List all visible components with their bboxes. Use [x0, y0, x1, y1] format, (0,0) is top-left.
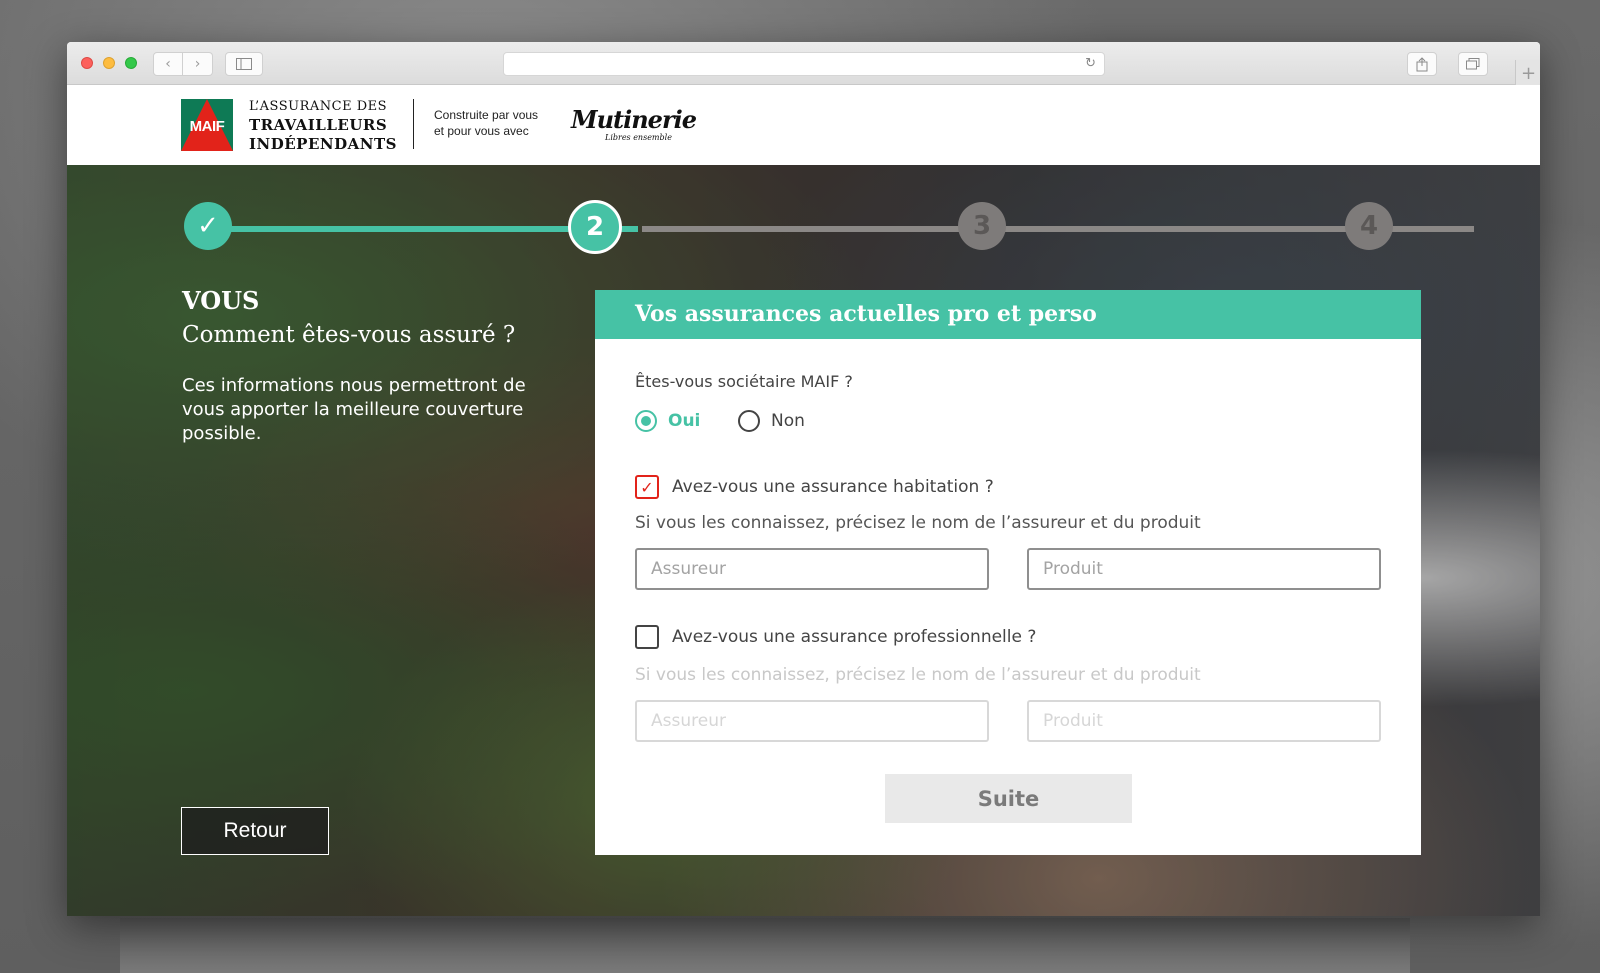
- home-product-input[interactable]: [1027, 548, 1381, 590]
- pro-product-input[interactable]: [1027, 700, 1381, 742]
- home-insurance-checkbox-row[interactable]: ✓ Avez-vous une assurance habitation ?: [635, 475, 994, 499]
- pro-insurer-input[interactable]: [635, 700, 989, 742]
- home-insurance-question: Avez-vous une assurance habitation ?: [672, 477, 994, 497]
- home-insurer-input[interactable]: [635, 548, 989, 590]
- pro-insurance-checkbox-row[interactable]: Avez-vous une assurance professionnelle …: [635, 625, 1036, 649]
- radio-oui-indicator: [635, 410, 657, 432]
- pro-insurance-question: Avez-vous une assurance professionnelle …: [672, 627, 1037, 647]
- next-button-suite[interactable]: Suite: [885, 774, 1132, 823]
- radio-oui-label: Oui: [668, 411, 701, 431]
- radio-non-label: Non: [771, 411, 805, 431]
- home-insurance-checkbox[interactable]: ✓: [635, 475, 659, 499]
- radio-non[interactable]: Non: [738, 410, 805, 432]
- form-wrapper: Vos assurances actuelles pro et perso Êt…: [78, 0, 1478, 973]
- radio-oui[interactable]: Oui: [635, 410, 700, 432]
- form-header: Vos assurances actuelles pro et perso: [595, 290, 1421, 339]
- pro-insurance-hint: Si vous les connaissez, précisez le nom …: [635, 665, 1201, 685]
- member-question: Êtes-vous sociétaire MAIF ?: [635, 372, 853, 391]
- radio-non-indicator: [738, 410, 760, 432]
- insurance-form-panel: Vos assurances actuelles pro et perso Êt…: [595, 290, 1421, 855]
- pro-insurance-checkbox[interactable]: [635, 625, 659, 649]
- home-insurance-hint: Si vous les connaissez, précisez le nom …: [635, 513, 1201, 533]
